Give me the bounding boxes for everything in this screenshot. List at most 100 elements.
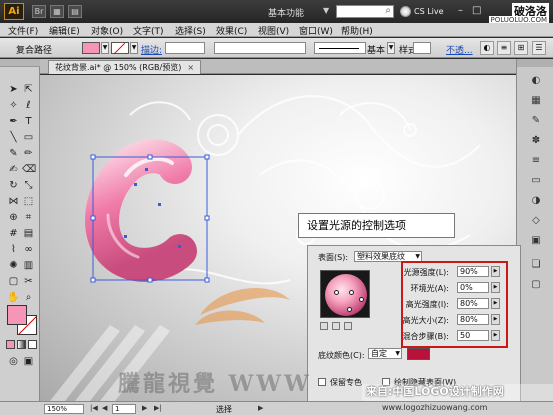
fill-dropdown[interactable]: ▼ (101, 42, 109, 54)
gradient-panel-icon[interactable]: ▭ (528, 173, 544, 188)
zoom-level-field[interactable]: 150% (44, 404, 84, 414)
brushes-panel-icon[interactable]: ✎ (528, 113, 544, 128)
menu-window[interactable]: 窗口(W) (299, 24, 333, 37)
light-source-handle[interactable] (334, 290, 339, 295)
workspace-switcher[interactable]: 基本功能 (268, 6, 304, 19)
stepper-icon[interactable]: ▶ (491, 298, 500, 309)
stepper-icon[interactable]: ▶ (491, 282, 500, 293)
appearance-panel-icon[interactable]: ◇ (528, 213, 544, 228)
artboard-number-field[interactable]: 1 (112, 404, 136, 414)
arrange-documents-icon[interactable]: ▦ (50, 5, 64, 18)
maximize-button[interactable]: □ (472, 5, 481, 16)
letter-c-artwork[interactable] (85, 139, 197, 282)
pencil-tool-icon[interactable]: ✏ (22, 147, 35, 160)
artboards-panel-icon[interactable]: ▢ (528, 277, 544, 292)
type-tool-icon[interactable]: T (22, 115, 35, 128)
menu-type[interactable]: 文字(T) (133, 24, 164, 37)
highlight-size-field[interactable]: 80% (457, 314, 489, 325)
column-graph-tool-icon[interactable]: ▥ (22, 259, 35, 272)
help-search-input[interactable]: ⌕ (336, 5, 394, 18)
layers-panel-icon[interactable]: ❏ (528, 257, 544, 272)
opacity-link[interactable]: 不透... (446, 43, 473, 56)
stepper-icon[interactable]: ▶ (491, 266, 500, 277)
selection-tool-icon[interactable]: ➤ (7, 83, 20, 96)
artboard-tool-icon[interactable]: ▢ (7, 275, 20, 288)
menu-edit[interactable]: 编辑(E) (49, 24, 80, 37)
light-source-handle[interactable] (347, 307, 352, 312)
brush-definition[interactable] (314, 42, 366, 54)
highlight-intensity-field[interactable]: 80% (457, 298, 489, 309)
lasso-tool-icon[interactable]: ℓ (22, 99, 35, 112)
menu-select[interactable]: 选择(S) (175, 24, 206, 37)
cs-live-icon[interactable] (400, 6, 411, 17)
status-menu-icon[interactable]: ▶ (258, 404, 263, 412)
graphic-styles-panel-icon[interactable]: ▣ (528, 233, 544, 248)
panel-menu-icon[interactable]: ☰ (532, 41, 546, 55)
toolbar-grip[interactable] (0, 59, 40, 67)
shape-builder-tool-icon[interactable]: ⊕ (7, 211, 20, 224)
lighting-preview[interactable] (320, 270, 370, 318)
variable-width-profile[interactable] (214, 42, 306, 54)
width-tool-icon[interactable]: ⋈ (7, 195, 20, 208)
next-artboard-icon[interactable]: ▶ (142, 404, 147, 412)
fill-swatch[interactable] (7, 305, 27, 325)
rotate-tool-icon[interactable]: ↻ (7, 179, 20, 192)
magic-wand-tool-icon[interactable]: ✧ (7, 99, 20, 112)
light-intensity-field[interactable]: 90% (457, 266, 489, 277)
document-tab[interactable]: 花纹背景.ai* @ 150% (RGB/预览) × (48, 60, 202, 74)
line-tool-icon[interactable]: ╲ (7, 131, 20, 144)
new-light-button[interactable] (332, 322, 340, 330)
slice-tool-icon[interactable]: ✂ (22, 275, 35, 288)
perspective-grid-tool-icon[interactable]: ⌗ (22, 211, 35, 224)
stroke-panel-link[interactable]: 描边: (141, 43, 162, 56)
mesh-tool-icon[interactable]: # (7, 227, 20, 240)
menu-view[interactable]: 视图(V) (258, 24, 289, 37)
color-mode-icon[interactable] (6, 340, 15, 349)
fill-color-swatch[interactable] (82, 42, 100, 54)
zoom-tool-icon[interactable]: ⌕ (22, 291, 35, 304)
blend-tool-icon[interactable]: ∞ (22, 243, 35, 256)
move-light-back-button[interactable] (320, 322, 328, 330)
stroke-dropdown[interactable]: ▼ (130, 42, 138, 54)
gradient-mode-icon[interactable] (17, 340, 26, 349)
previous-artboard-icon[interactable]: ◀ (102, 404, 107, 412)
rectangle-tool-icon[interactable]: ▭ (22, 131, 35, 144)
preserve-spot-checkbox[interactable] (318, 378, 326, 386)
gradient-tool-icon[interactable]: ▤ (22, 227, 35, 240)
none-mode-icon[interactable] (28, 340, 37, 349)
menu-help[interactable]: 帮助(H) (341, 24, 373, 37)
shading-color-select[interactable]: 自定 ▼ (368, 348, 402, 359)
bridge-icon[interactable]: Br (32, 5, 46, 18)
stepper-icon[interactable]: ▶ (491, 314, 500, 325)
stepper-icon[interactable]: ▶ (491, 330, 500, 341)
light-source-handle[interactable] (359, 297, 364, 302)
recolor-icon[interactable]: ◐ (480, 41, 494, 55)
free-transform-tool-icon[interactable]: ⬚ (22, 195, 35, 208)
eraser-tool-icon[interactable]: ⌫ (22, 163, 36, 176)
cs-live-button[interactable]: CS Live (414, 7, 444, 16)
screen-mode-icon[interactable]: ▣ (22, 355, 35, 368)
paintbrush-tool-icon[interactable]: ✎ (7, 147, 20, 160)
chevron-down-icon[interactable]: ▼ (323, 6, 329, 15)
direct-selection-tool-icon[interactable]: ⇱ (22, 83, 35, 96)
last-artboard-icon[interactable]: ▶| (154, 404, 162, 412)
swatches-panel-icon[interactable]: ▦ (528, 93, 544, 108)
shading-color-swatch[interactable] (407, 348, 430, 360)
light-source-handle[interactable] (349, 290, 354, 295)
dock-grip[interactable] (517, 59, 553, 67)
draw-mode-icon[interactable]: ◎ (7, 355, 20, 368)
color-panel-icon[interactable]: ◐ (528, 73, 544, 88)
menu-object[interactable]: 对象(O) (91, 24, 123, 37)
align-icon[interactable]: ≡ (497, 41, 511, 55)
delete-light-button[interactable] (344, 322, 352, 330)
symbol-sprayer-tool-icon[interactable]: ✺ (7, 259, 20, 272)
graphic-style-swatch[interactable] (413, 42, 431, 54)
close-icon[interactable]: × (187, 63, 194, 72)
first-artboard-icon[interactable]: |◀ (90, 404, 98, 412)
transparency-panel-icon[interactable]: ◑ (528, 193, 544, 208)
stroke-color-swatch[interactable] (111, 42, 129, 55)
blend-steps-field[interactable]: 50 (457, 330, 489, 341)
brush-dropdown[interactable]: ▼ (387, 42, 395, 54)
minimize-button[interactable]: – (458, 5, 463, 16)
transform-icon[interactable]: ⊞ (514, 41, 528, 55)
